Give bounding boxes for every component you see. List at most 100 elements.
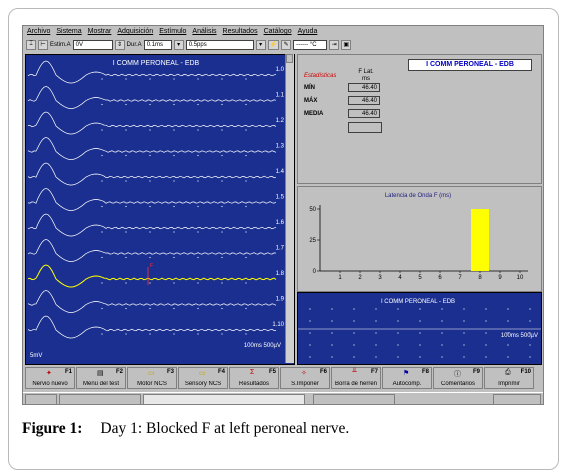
- trace-label: 1.7: [276, 246, 285, 252]
- grid-dot: [197, 103, 199, 106]
- grid-dot: [507, 308, 509, 310]
- grid-dot: [125, 154, 127, 157]
- grid-dot: [507, 356, 509, 358]
- stats-row-max-label: MÁX: [304, 98, 318, 104]
- menu-analisis[interactable]: Análisis: [192, 28, 216, 35]
- fkey-f2-button[interactable]: ▤ F2 Menú del test: [76, 367, 126, 389]
- measure-icon[interactable]: ⊢: [38, 39, 48, 50]
- fkey-f3-button[interactable]: ▭ F3 Motor NCS: [127, 367, 177, 389]
- menu-archivo[interactable]: Archivo: [27, 28, 50, 35]
- grid-dot: [375, 344, 377, 346]
- grid-dot: [125, 256, 127, 259]
- waveform-scrollbar[interactable]: [285, 54, 294, 363]
- fkey-f8-button[interactable]: ⚑ F8 Autocomp.: [382, 367, 432, 389]
- menu-adquisicion[interactable]: Adquisición: [117, 28, 153, 35]
- fkey-f9-button[interactable]: ⓘ F9 Comentarios: [433, 367, 483, 389]
- rate-select[interactable]: 0.5pps: [185, 39, 254, 50]
- x-tick-label: 6: [438, 275, 442, 281]
- grid-dot: [221, 154, 223, 157]
- grid-dot: [441, 332, 443, 334]
- stats-row-mean-label: MEDIA: [304, 111, 324, 117]
- fkey-label: Autocomp.: [392, 381, 422, 387]
- grid-dot: [197, 129, 199, 131]
- stats-title: I COMM PERONEAL - EDB: [408, 59, 532, 71]
- grid-dot: [245, 180, 247, 182]
- fkey-label: S.Imponer: [291, 381, 319, 387]
- grid-dot: [529, 308, 531, 310]
- estim-input[interactable]: 0V: [72, 39, 113, 50]
- x-tick-label: 2: [358, 275, 362, 281]
- menu-mostrar[interactable]: Mostrar: [88, 28, 112, 35]
- superimposed-panel: I COMM PERONEAL - EDB 100ms 500µV: [297, 292, 542, 365]
- grid-dot: [245, 78, 247, 80]
- grid-dot: [149, 333, 151, 335]
- grid-dot: [197, 180, 199, 182]
- grid-dot: [101, 205, 103, 208]
- fkey-f4-button[interactable]: ▭ F4 Sensory NCS: [178, 367, 228, 389]
- fkey-f7-button[interactable]: ╨ F7 Borra de herren: [331, 367, 381, 389]
- grid-dot: [245, 103, 247, 106]
- grid-dot: [149, 78, 151, 80]
- fkey-f5-button[interactable]: Σ F5 Resultados: [229, 367, 279, 389]
- fkey-f1-button[interactable]: ✦ F1 Nervio nuevo: [25, 367, 75, 389]
- fkey-number: F4: [217, 369, 225, 375]
- menu-resultados[interactable]: Resultados: [223, 28, 258, 35]
- stimulus-icon[interactable]: ⚡: [267, 39, 280, 50]
- grid-dot: [397, 308, 399, 310]
- trace-label: 1.4: [276, 169, 285, 175]
- grid-dot: [221, 282, 223, 284]
- x-tick-label: 1: [338, 275, 342, 281]
- grid-dot: [245, 282, 247, 284]
- grid-dot: [197, 307, 199, 310]
- pen-icon[interactable]: ✎: [281, 39, 292, 50]
- caption-text: Day 1: Blocked F at left peroneal nerve.: [100, 420, 350, 437]
- fkey-label: Menú del test: [82, 381, 120, 387]
- grid-dot: [309, 332, 311, 334]
- x-tick-label: 9: [498, 275, 502, 281]
- grid-dot: [507, 320, 509, 322]
- chevron-down-icon[interactable]: ▾: [255, 39, 266, 50]
- trace-label: 1.1: [276, 93, 285, 99]
- fkey-number: F10: [520, 369, 531, 375]
- motor-ncs-icon: ▭: [148, 370, 155, 377]
- stepper-icon[interactable]: ⇕: [114, 39, 125, 50]
- grid-dot: [245, 231, 247, 233]
- grid-dot: [463, 344, 465, 346]
- taskbar-item[interactable]: [143, 394, 305, 404]
- copy-icon[interactable]: ▣: [341, 39, 352, 50]
- fkey-f10-button[interactable]: ⎙ F10 Imprimir: [484, 367, 534, 389]
- grid-dot: [331, 332, 333, 334]
- fkey-label: Borra de herren: [334, 381, 378, 387]
- grid-dot: [331, 356, 333, 358]
- waveform-trace: [27, 315, 276, 339]
- waveform-trace: [27, 137, 277, 160]
- menu-estimulo[interactable]: Estímulo: [159, 28, 186, 35]
- grid-dot: [463, 356, 465, 358]
- grid-dot: [101, 154, 103, 157]
- grid-dot: [419, 320, 421, 322]
- menu-ayuda[interactable]: Ayuda: [298, 28, 318, 35]
- grid-dot: [197, 78, 199, 80]
- grid-dot: [245, 129, 247, 131]
- menu-sistema[interactable]: Sistema: [56, 28, 81, 35]
- grid-dot: [397, 332, 399, 334]
- grid-dot: [101, 180, 103, 182]
- duration-select[interactable]: 0.1ms: [143, 39, 172, 50]
- cursor-icon[interactable]: ⌶: [26, 39, 36, 50]
- taskbar-item[interactable]: [25, 394, 57, 404]
- waveform-scale-left: 5mV: [30, 353, 42, 359]
- taskbar-item[interactable]: [313, 394, 395, 404]
- grid-dot: [125, 333, 127, 335]
- y-tick-label: 50: [309, 207, 316, 213]
- chevron-down-icon[interactable]: ▾: [173, 39, 184, 50]
- fkey-f6-button[interactable]: ✧ F6 S.Imponer: [280, 367, 330, 389]
- grid-dot: [245, 205, 247, 208]
- grid-dot: [149, 231, 151, 233]
- taskbar-item[interactable]: [59, 394, 141, 404]
- grid-dot: [173, 282, 175, 284]
- sweep-icon[interactable]: ⇥: [329, 39, 340, 50]
- scroll-thumb[interactable]: [286, 54, 293, 63]
- grid-dot: [441, 356, 443, 358]
- menu-catalogo[interactable]: Catálogo: [264, 28, 292, 35]
- grid-dot: [149, 129, 151, 131]
